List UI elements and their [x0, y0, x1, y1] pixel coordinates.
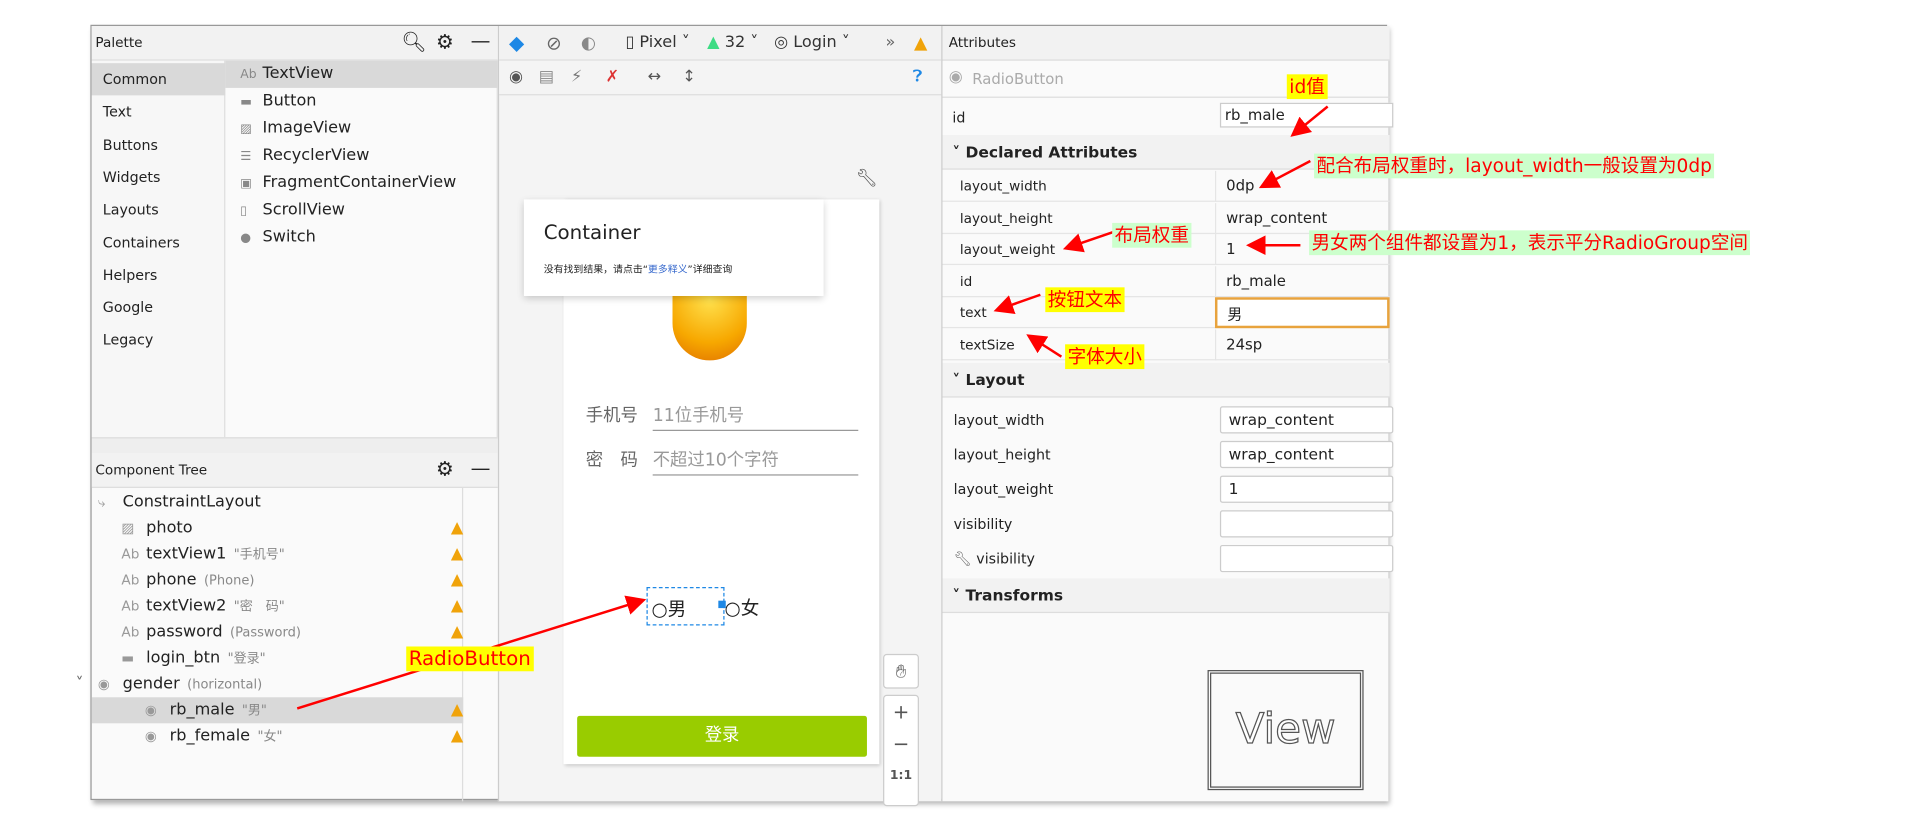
arrow-id: [1290, 105, 1329, 137]
annotation-textsize: 字体大小: [1065, 344, 1145, 370]
annotation-width: 配合布局权重时，layout_width一般设置为0dp: [1314, 153, 1715, 179]
annotation-id: id值: [1286, 74, 1328, 100]
annotation-weight-value: 男女两个组件都设置为1，表示平分RadioGroup空间: [1309, 230, 1751, 256]
arrow-width: [1258, 159, 1311, 189]
annotation-arrows: [296, 105, 1329, 710]
arrow-textsize: [1026, 334, 1063, 358]
annotation-radiobutton: RadioButton: [406, 646, 534, 672]
arrow-text: [993, 293, 1041, 315]
annotation-weight: 布局权重: [1112, 222, 1192, 248]
annotation-text: 按钮文本: [1045, 287, 1125, 313]
arrow-weight: [1062, 230, 1116, 253]
